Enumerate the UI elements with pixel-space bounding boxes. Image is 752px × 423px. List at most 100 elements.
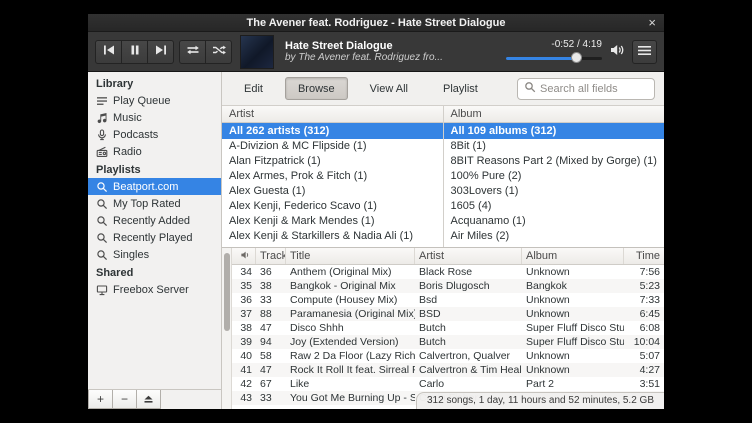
sidebar-item-recently-played[interactable]: Recently Played: [88, 229, 221, 246]
artist-row[interactable]: Alex Guesta (1): [222, 184, 443, 199]
menu-button[interactable]: [632, 40, 657, 64]
album-row[interactable]: 1605 (4): [444, 199, 665, 214]
time-label: -0:52 / 4:19: [551, 39, 602, 50]
view-toolbar-buttons: Edit Browse View All Playlist: [231, 77, 491, 100]
track-row[interactable]: 37 88 Paramanesia (Original Mix) BSD Unk…: [232, 307, 664, 321]
artist-column-header[interactable]: Artist: [222, 106, 443, 123]
play-queue-icon: [96, 95, 108, 107]
album-row[interactable]: 8BIT Reasons Part 2 (Mixed by Gorge) (1): [444, 154, 665, 169]
album-row[interactable]: Air Miles (2): [444, 229, 665, 244]
previous-icon: [102, 44, 116, 59]
progress-knob[interactable]: [571, 52, 582, 63]
view-button-playlist[interactable]: Playlist: [430, 77, 491, 100]
album-col-header[interactable]: Album: [522, 248, 624, 264]
view-button-browse[interactable]: Browse: [285, 77, 348, 100]
speaker-icon: [240, 250, 251, 263]
album-row[interactable]: 100% Pure (2): [444, 169, 665, 184]
track-row[interactable]: 41 47 Rock It Roll It feat. Sirreal Pip.…: [232, 363, 664, 377]
artist-row[interactable]: A-Divizion & MC Flipside (1): [222, 139, 443, 154]
music-icon: [96, 112, 108, 124]
auto-playlist-icon: [96, 249, 108, 261]
sidebar-item-podcasts[interactable]: Podcasts: [88, 126, 221, 143]
previous-button[interactable]: [95, 40, 122, 64]
mode-controls: [179, 40, 232, 64]
artist-row[interactable]: Alex Armes, Prok & Fitch (1): [222, 169, 443, 184]
sidebar-item-freebox-server[interactable]: Freebox Server: [88, 281, 221, 298]
album-column-header[interactable]: Album: [444, 106, 665, 123]
artist-pane: Artist All 262 artists (312)A-Divizion &…: [222, 106, 444, 247]
progress-stack: -0:52 / 4:19: [502, 39, 602, 64]
auto-playlist-icon: [96, 198, 108, 210]
content-area: Library Play Queue Music Podcasts Radio …: [88, 72, 664, 409]
view-button-edit[interactable]: Edit: [231, 77, 276, 100]
album-row[interactable]: 8Bit (1): [444, 139, 665, 154]
repeat-button[interactable]: [179, 40, 206, 64]
remove-button[interactable]: −: [112, 390, 137, 409]
sidebar-section: Library Play Queue Music Podcasts Radio: [88, 74, 221, 160]
next-icon: [154, 44, 168, 59]
sidebar-item-singles[interactable]: Singles: [88, 246, 221, 263]
sidebar-section-items: Freebox Server: [88, 281, 221, 298]
progress-fill: [506, 57, 577, 60]
titlebar[interactable]: The Avener feat. Rodriguez - Hate Street…: [88, 14, 664, 32]
title-column-header[interactable]: Title: [286, 248, 415, 264]
close-button[interactable]: ×: [645, 14, 659, 32]
track-row[interactable]: 42 67 Like Carlo Part 2 3:51: [232, 377, 664, 391]
auto-playlist-icon: [96, 181, 108, 193]
sidebar-section: Playlists Beatport.com My Top Rated Rece…: [88, 160, 221, 263]
volume-icon: [609, 43, 625, 60]
shuffle-button[interactable]: [205, 40, 232, 64]
artist-row[interactable]: All 262 artists (312): [222, 123, 443, 139]
artist-col-header[interactable]: Artist: [415, 248, 522, 264]
player-toolbar: Hate Street Dialogue by The Avener feat.…: [88, 32, 664, 72]
sidebar-item-my-top-rated[interactable]: My Top Rated: [88, 195, 221, 212]
tracklist: Track Title Artist Album Time 34 36 Anth…: [222, 248, 664, 409]
pause-icon: [129, 44, 141, 59]
time-column-header[interactable]: Time: [624, 248, 664, 264]
track-row[interactable]: 35 38 Bangkok - Original Mix Boris Dlugo…: [232, 279, 664, 293]
sidebar: Library Play Queue Music Podcasts Radio …: [88, 72, 222, 409]
track-column-header[interactable]: Track: [256, 248, 286, 264]
sidebar-section-header: Playlists: [88, 160, 221, 178]
shuffle-icon: [212, 44, 226, 59]
server-icon: [96, 284, 108, 296]
scrollbar-thumb[interactable]: [224, 253, 230, 331]
track-row[interactable]: 40 58 Raw 2 Da Floor (Lazy Rich Re... Ca…: [232, 349, 664, 363]
pause-button[interactable]: [121, 40, 148, 64]
sidebar-item-recently-added[interactable]: Recently Added: [88, 212, 221, 229]
sidebar-item-beatport-com[interactable]: Beatport.com: [88, 178, 221, 195]
artist-list: All 262 artists (312)A-Divizion & MC Fli…: [222, 123, 443, 247]
artist-row[interactable]: Alex Kenji & Starkillers & Nadia Ali (1): [222, 229, 443, 244]
browser: Artist All 262 artists (312)A-Divizion &…: [222, 106, 664, 248]
album-pane: Album All 109 albums (312)8Bit (1)8BIT R…: [444, 106, 665, 247]
track-row[interactable]: 39 94 Joy (Extended Version) Butch Super…: [232, 335, 664, 349]
tracklist-scrollbar[interactable]: [222, 248, 232, 409]
sidebar-section-items: Beatport.com My Top Rated Recently Added…: [88, 178, 221, 263]
album-row[interactable]: All 109 albums (312): [444, 123, 665, 139]
sidebar-item-music[interactable]: Music: [88, 109, 221, 126]
radio-icon: [96, 146, 108, 158]
album-row[interactable]: Acquanamo (1): [444, 214, 665, 229]
search-input[interactable]: [540, 83, 648, 95]
album-art: [240, 35, 274, 69]
search-box[interactable]: [517, 78, 655, 100]
sidebar-item-play-queue[interactable]: Play Queue: [88, 92, 221, 109]
view-button-view-all[interactable]: View All: [357, 77, 421, 100]
artist-row[interactable]: Alex Kenji, Federico Scavo (1): [222, 199, 443, 214]
volume-button[interactable]: [609, 43, 625, 60]
seek-slider[interactable]: [506, 52, 602, 64]
track-row[interactable]: 38 47 Disco Shhh Butch Super Fluff Disco…: [232, 321, 664, 335]
track-rows: 34 36 Anthem (Original Mix) Black Rose U…: [232, 265, 664, 409]
sidebar-section-header: Shared: [88, 263, 221, 281]
next-button[interactable]: [147, 40, 174, 64]
track-row[interactable]: 36 33 Compute (Housey Mix) Bsd Unknown 7…: [232, 293, 664, 307]
sidebar-item-radio[interactable]: Radio: [88, 143, 221, 160]
now-playing-byline: by The Avener feat. Rodriguez fro...: [285, 52, 497, 63]
artist-row[interactable]: Alex Kenji & Mark Mendes (1): [222, 214, 443, 229]
album-row[interactable]: 303Lovers (1): [444, 184, 665, 199]
eject-button[interactable]: [136, 390, 161, 409]
artist-row[interactable]: Alan Fitzpatrick (1): [222, 154, 443, 169]
add-button[interactable]: +: [88, 390, 113, 409]
track-row[interactable]: 34 36 Anthem (Original Mix) Black Rose U…: [232, 265, 664, 279]
playing-column-header[interactable]: [232, 248, 256, 264]
